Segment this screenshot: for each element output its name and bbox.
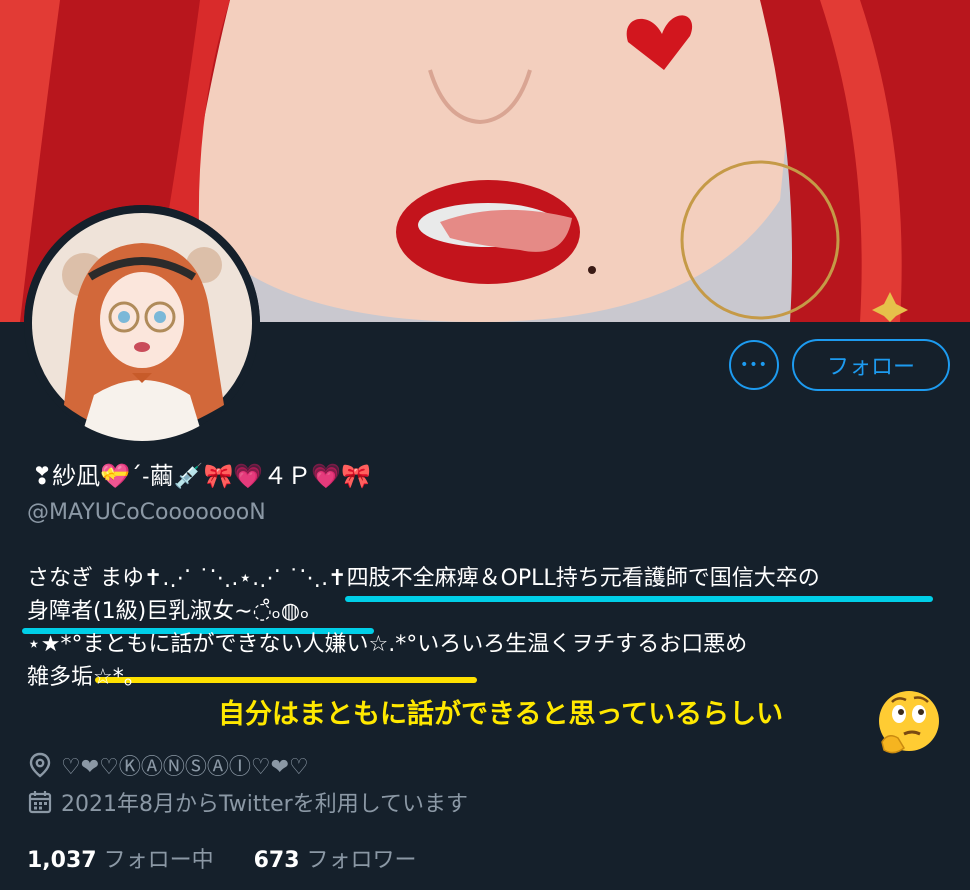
followers-label: フォロワー [306, 848, 417, 873]
more-dots-icon: ••• [740, 357, 768, 373]
location-text: ♡❤♡ⓀⒶⓃⓈⒶⒾ♡❤♡ [61, 755, 309, 780]
follow-button-label: フォロー [826, 355, 915, 380]
followers-link[interactable]: 673 フォロワー [254, 848, 417, 873]
joined-row: 2021年8月からTwitterを利用しています [27, 786, 468, 818]
location-pin-icon [27, 752, 53, 778]
user-handle: @MAYUCoCoooooooN [27, 500, 266, 525]
avatar-image [24, 205, 260, 441]
bio-line: ⋆★*°まともに話ができない人嫌い☆.*°いろいろ生温くヲチするお口悪め [27, 632, 748, 657]
follow-button[interactable]: フォロー [792, 339, 950, 391]
bio-line: 雑多垢☆*。 [27, 665, 146, 690]
annotation-caption: 自分はまともに話ができると思っているらしい [218, 699, 784, 730]
following-label: フォロー中 [103, 848, 214, 873]
display-name: ❣紗凪💝ˊ˗繭💉🎀💗４Ｐ💗🎀 [32, 462, 372, 490]
joined-text: 2021年8月からTwitterを利用しています [61, 792, 469, 817]
calendar-icon [27, 789, 53, 815]
location-row: ♡❤♡ⓀⒶⓃⓈⒶⒾ♡❤♡ [27, 749, 309, 781]
bio-line: さなぎ まゆ✝.⋰ ˙⋱.⋆.⋰ ˙⋱.✝四肢不全麻痺＆OPLL持ち元看護師で国… [27, 566, 820, 591]
follow-stats: 1,037 フォロー中 673 フォロワー [27, 842, 417, 874]
following-count: 1,037 [27, 848, 97, 873]
thinking-face-icon [874, 688, 944, 758]
bio-line: 身障者(1級)巨乳淑女∼◌̊ₒ◍ₒ [27, 599, 310, 624]
profile-avatar[interactable] [24, 205, 260, 441]
following-link[interactable]: 1,037 フォロー中 [27, 848, 221, 873]
more-options-button[interactable]: ••• [729, 340, 779, 390]
followers-count: 673 [253, 848, 300, 873]
profile-bio: さなぎ まゆ✝.⋰ ˙⋱.⋆.⋰ ˙⋱.✝四肢不全麻痺＆OPLL持ち元看護師で国… [27, 562, 957, 694]
